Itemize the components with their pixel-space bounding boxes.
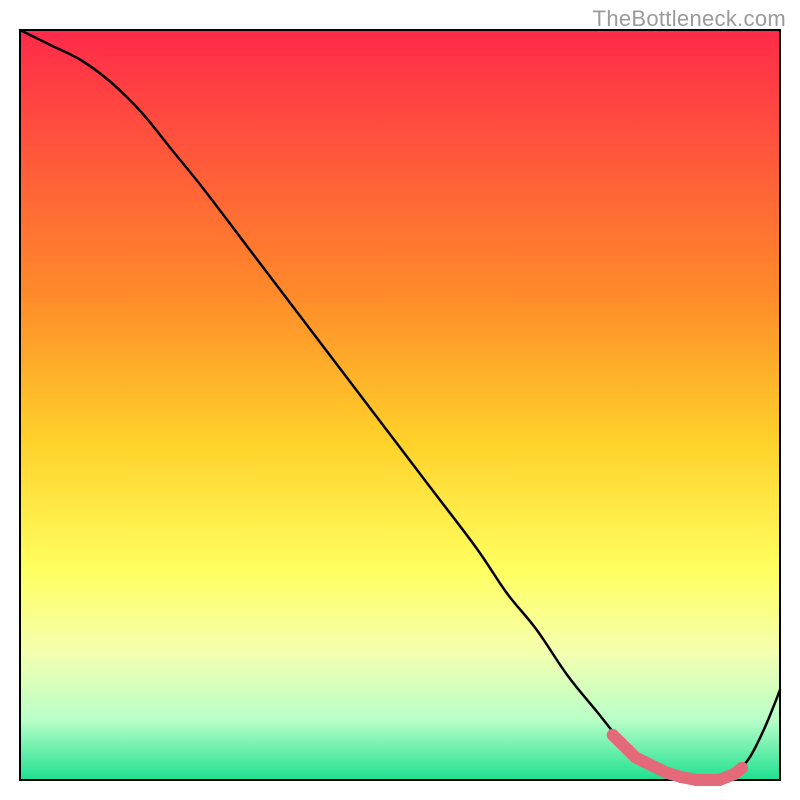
plot-area <box>20 30 780 780</box>
marker-dot <box>660 767 672 779</box>
marker-dot <box>637 755 649 767</box>
chart-container: TheBottleneck.com <box>0 0 800 800</box>
marker-dot <box>675 771 687 783</box>
bottleneck-chart <box>0 0 800 800</box>
marker-dot <box>736 762 748 774</box>
attribution-label: TheBottleneck.com <box>593 6 786 32</box>
marker-dot <box>713 774 725 786</box>
marker-dot <box>690 774 702 786</box>
